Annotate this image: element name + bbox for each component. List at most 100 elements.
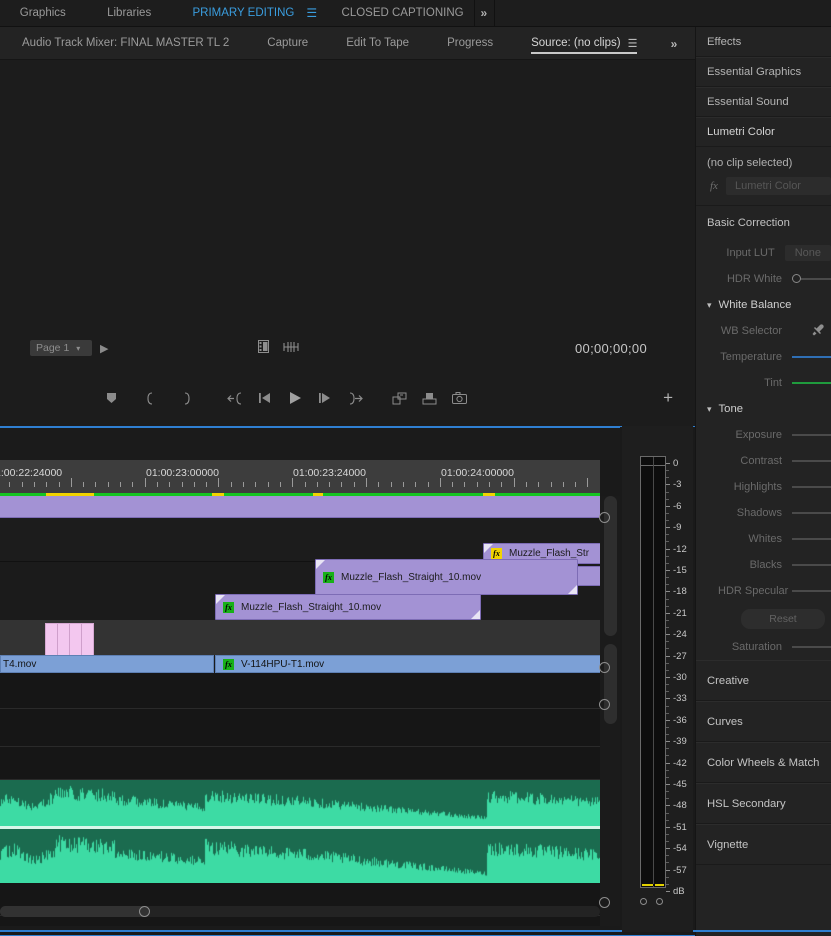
step-back-icon[interactable]	[250, 384, 280, 412]
source-panel-menu-icon[interactable]: ☰	[628, 37, 638, 50]
workspace-tab-libraries[interactable]: Libraries	[97, 0, 161, 27]
play-icon[interactable]	[280, 384, 310, 412]
track-v4[interactable]	[0, 496, 600, 518]
clip-muzzle-flash-straight-10-v1[interactable]: fx Muzzle_Flash_Straight_10.mov	[215, 594, 481, 620]
workspace-tab-closed-captioning[interactable]: CLOSED CAPTIONING	[332, 0, 474, 27]
input-lut-value[interactable]: None	[784, 245, 831, 261]
filmstrip-icon[interactable]	[258, 340, 269, 356]
mark-in-icon[interactable]	[134, 384, 164, 412]
track-empty-3[interactable]	[0, 747, 600, 780]
control-temperature[interactable]: Temperature	[696, 344, 831, 370]
audio-clip-a1[interactable]	[0, 780, 600, 826]
group-tone[interactable]: ▾ Tone	[696, 396, 831, 422]
step-forward-icon[interactable]	[310, 384, 340, 412]
tab-edit-to-tape[interactable]: Edit To Tape	[346, 27, 409, 60]
clip-handle-right[interactable]	[471, 610, 480, 619]
section-creative[interactable]: Creative	[696, 660, 831, 701]
tab-source[interactable]: Source: (no clips) ☰	[531, 27, 638, 60]
meter-dot-2[interactable]	[656, 898, 663, 905]
clip-muzzle-flash-straight-10-v2[interactable]: fx Muzzle_Flash_Straight_10.mov	[315, 559, 578, 595]
track-resize-handle-2[interactable]	[599, 662, 610, 673]
track-v4-clip[interactable]	[0, 496, 600, 518]
meter-dot-1[interactable]	[640, 898, 647, 905]
track-resize-handle-3[interactable]	[599, 699, 610, 710]
panel-tab-effects[interactable]: Effects	[696, 27, 831, 57]
clip-handle-left[interactable]	[484, 544, 493, 553]
marker-icon[interactable]	[96, 384, 126, 412]
tab-capture[interactable]: Capture	[267, 27, 308, 60]
hdr-specular-slider[interactable]	[792, 590, 831, 592]
control-exposure[interactable]: Exposure	[696, 422, 831, 448]
scroll-thumb-horizontal[interactable]	[0, 906, 150, 917]
control-input-lut[interactable]: Input LUT None	[696, 240, 831, 266]
control-hdr-specular[interactable]: HDR Specular	[696, 578, 831, 604]
clip-t4-mov[interactable]: T4.mov	[0, 655, 214, 673]
section-curves[interactable]: Curves	[696, 701, 831, 742]
track-resize-handle-4[interactable]	[599, 897, 610, 908]
temperature-slider[interactable]	[792, 356, 831, 358]
source-timecode[interactable]: 00;00;00;00	[575, 332, 647, 364]
control-highlights[interactable]: Highlights	[696, 474, 831, 500]
exposure-slider[interactable]	[792, 434, 831, 436]
meter-option-dots[interactable]	[640, 898, 680, 905]
shadows-slider[interactable]	[792, 512, 831, 514]
source-monitor-canvas[interactable]	[0, 60, 695, 332]
panel-tab-lumetri-color[interactable]: Lumetri Color	[696, 117, 831, 147]
clip-handle-right[interactable]	[568, 585, 577, 594]
camera-icon[interactable]	[444, 384, 474, 412]
add-button[interactable]: +	[663, 378, 673, 418]
control-hdr-white[interactable]: HDR White	[696, 266, 831, 292]
workspace-overflow-icon[interactable]: »	[474, 0, 494, 27]
tint-slider[interactable]	[792, 382, 831, 384]
audio-meter-bars[interactable]	[640, 456, 666, 888]
section-basic-correction[interactable]: Basic Correction	[696, 206, 831, 240]
timeline-track-area[interactable]: fx Muzzle_Flash_Str fx Muzzle_Flash_Stra…	[0, 496, 609, 926]
go-to-in-icon[interactable]	[220, 384, 250, 412]
section-vignette[interactable]: Vignette	[696, 824, 831, 865]
panel-tab-essential-sound[interactable]: Essential Sound	[696, 87, 831, 117]
page-next-icon[interactable]: ▶	[100, 342, 108, 355]
control-tint[interactable]: Tint	[696, 370, 831, 396]
workspace-menu-icon[interactable]: ☰	[304, 6, 319, 20]
timeline-horizontal-scrollbar[interactable]	[0, 906, 600, 917]
scroll-zoom-handle[interactable]	[139, 906, 150, 917]
control-whites[interactable]: Whites	[696, 526, 831, 552]
blacks-slider[interactable]	[792, 564, 831, 566]
saturation-slider[interactable]	[792, 646, 831, 648]
track-empty-5[interactable]	[0, 916, 600, 926]
workspace-tab-primary-editing[interactable]: PRIMARY EDITING	[183, 0, 305, 27]
track-empty-1[interactable]	[0, 673, 600, 709]
clip-pink-graphic[interactable]	[45, 623, 94, 656]
clip-handle-left[interactable]	[216, 595, 225, 604]
highlights-slider[interactable]	[792, 486, 831, 488]
go-to-out-icon[interactable]	[340, 384, 370, 412]
control-contrast[interactable]: Contrast	[696, 448, 831, 474]
reset-button[interactable]: Reset	[741, 609, 825, 629]
section-color-wheels-match[interactable]: Color Wheels & Match	[696, 742, 831, 783]
whites-slider[interactable]	[792, 538, 831, 540]
panel-tab-essential-graphics[interactable]: Essential Graphics	[696, 57, 831, 87]
hdr-white-slider[interactable]	[792, 274, 831, 283]
insert-icon[interactable]	[384, 384, 414, 412]
contrast-slider[interactable]	[792, 460, 831, 462]
tab-audio-track-mixer[interactable]: Audio Track Mixer: FINAL MASTER TL 2	[22, 27, 229, 60]
page-selector[interactable]: Page 1 ▾	[30, 340, 92, 356]
timeline-ruler[interactable]: 1:00:22:24000 01:00:23:00000 01:00:23:24…	[0, 460, 600, 495]
tab-progress[interactable]: Progress	[447, 27, 493, 60]
clip-v-114hpu-t1-mov[interactable]: fx V-114HPU-T1.mov	[215, 655, 601, 673]
control-wb-selector[interactable]: WB Selector	[696, 318, 831, 344]
audio-clip-a2[interactable]	[0, 829, 600, 883]
control-blacks[interactable]: Blacks	[696, 552, 831, 578]
clip-handle-left[interactable]	[316, 560, 325, 569]
mark-out-icon[interactable]	[172, 384, 202, 412]
scroll-thumb-lower[interactable]	[604, 644, 617, 724]
group-white-balance[interactable]: ▾ White Balance	[696, 292, 831, 318]
section-hsl-secondary[interactable]: HSL Secondary	[696, 783, 831, 824]
panel-overflow-icon[interactable]: »	[661, 27, 687, 60]
track-empty-2[interactable]	[0, 709, 600, 747]
lumetri-effect-chip[interactable]: Lumetri Color	[725, 177, 831, 195]
slider-knob[interactable]	[792, 274, 801, 283]
control-shadows[interactable]: Shadows	[696, 500, 831, 526]
control-saturation[interactable]: Saturation	[696, 634, 831, 660]
timeline-vertical-scrollbar[interactable]	[600, 496, 620, 926]
